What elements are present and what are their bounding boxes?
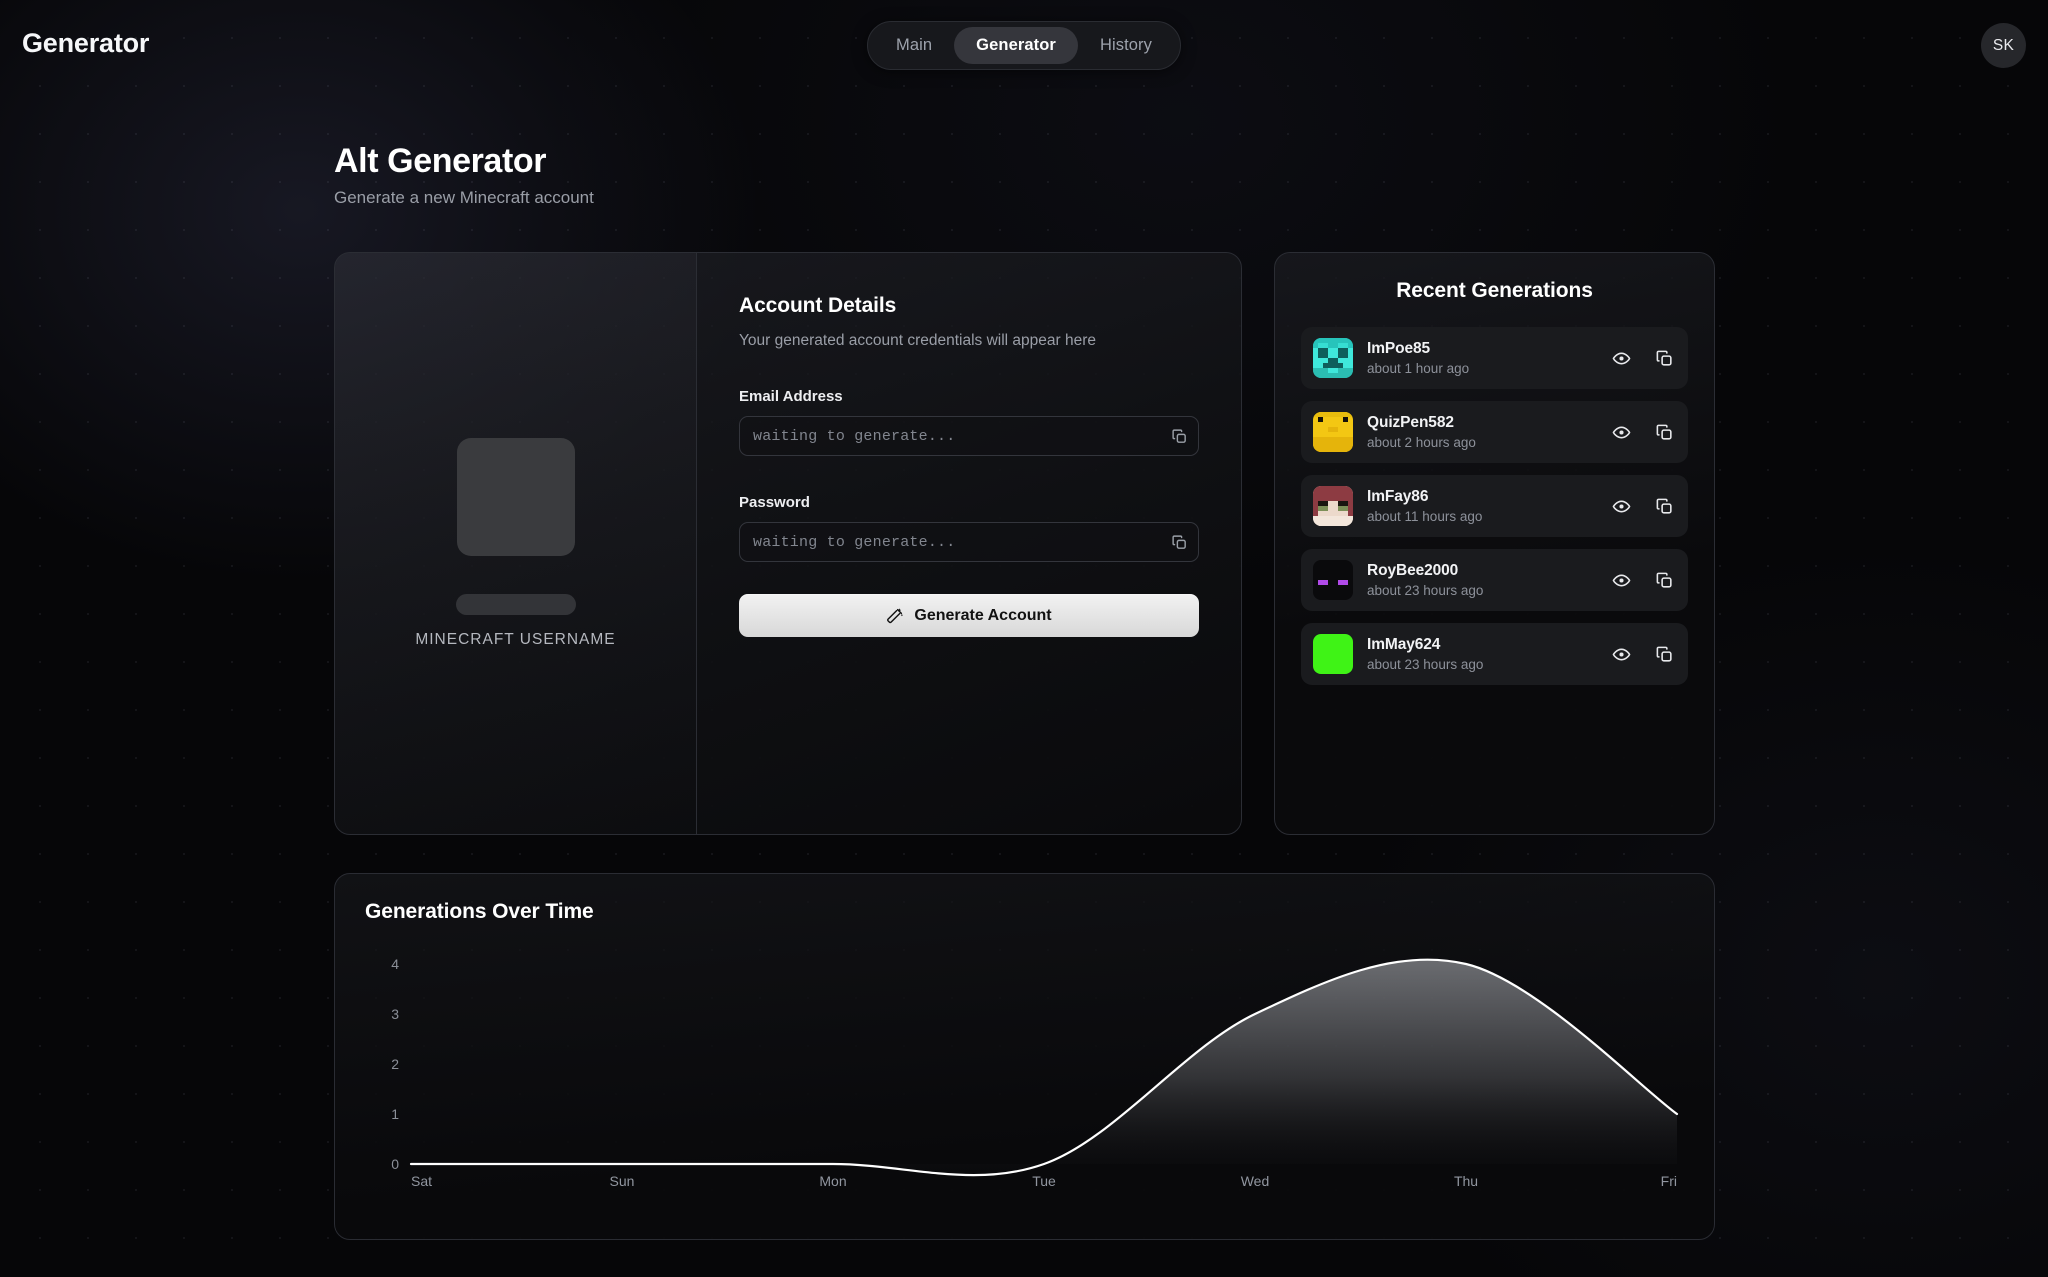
list-item-actions [1612,497,1674,516]
list-item-text: ImFay86 about 11 hours ago [1367,488,1612,524]
list-item-name: QuizPen582 [1367,414,1454,431]
brand-title: Generator [22,28,150,58]
account-details-title: Account Details [739,294,897,317]
x-axis-tick: Thu [1454,1173,1478,1189]
y-axis-tick: 0 [391,1156,399,1172]
chart-area-fill [411,959,1677,1176]
username-placeholder [455,594,576,615]
list-item-name: RoyBee2000 [1367,562,1459,579]
tab-main[interactable]: Main [874,27,954,64]
y-axis-tick: 3 [391,1006,399,1022]
account-details-subtitle: Your generated account credentials will … [739,332,1097,349]
recent-generations-card: Recent Generations ImPoe85 about 1 hour … [1274,252,1715,835]
list-item[interactable]: RoyBee2000 about 23 hours ago [1301,549,1688,611]
x-axis-tick: Tue [1032,1173,1056,1189]
generate-account-label: Generate Account [914,606,1052,624]
list-item-name: ImMay624 [1367,636,1441,653]
copy-icon[interactable] [1655,349,1674,368]
account-details-pane: Account Details Your generated account c… [697,253,1241,834]
skin-avatar-icon [1313,412,1353,452]
copy-icon[interactable] [1655,497,1674,516]
view-icon[interactable] [1612,497,1631,516]
list-item-time: about 2 hours ago [1367,435,1476,450]
generate-account-button[interactable]: Generate Account [739,594,1199,637]
x-axis-tick: Fri [1661,1173,1677,1189]
page-header: Alt Generator Generate a new Minecraft a… [334,142,594,208]
email-label: Email Address [739,388,843,405]
copy-icon[interactable] [1655,423,1674,442]
list-item-name: ImPoe85 [1367,340,1431,357]
list-item-name: ImFay86 [1367,488,1429,505]
chart-svg: 0 1 2 3 4 Sat Sun Mon Tue Wed Thu Fri [391,956,1679,1189]
email-value: waiting to generate... [753,427,956,445]
x-axis-tick: Sat [411,1173,432,1189]
list-item-actions [1612,645,1674,664]
skin-preview-pane: MINECRAFT USERNAME [335,253,697,834]
x-axis-tick: Mon [819,1173,846,1189]
page-title: Alt Generator [334,142,547,180]
list-item-time: about 23 hours ago [1367,657,1484,672]
email-field[interactable]: waiting to generate... [739,416,1199,456]
view-icon[interactable] [1612,645,1631,664]
generations-chart-card: Generations Over Time 0 1 2 3 4 Sat Sun Mon Tue W… [334,873,1715,1240]
list-item-actions [1612,423,1674,442]
copy-icon[interactable] [1655,645,1674,664]
password-value: waiting to generate... [753,533,956,551]
user-avatar[interactable]: SK [1981,23,2026,68]
list-item-actions [1612,571,1674,590]
skin-placeholder [456,438,575,556]
list-item-time: about 11 hours ago [1367,509,1483,524]
skin-avatar-icon [1313,338,1353,378]
page-subtitle: Generate a new Minecraft account [334,188,594,207]
nav-tabs: Main Generator History [867,21,1181,70]
list-item-time: about 1 hour ago [1367,361,1470,376]
password-label: Password [739,494,810,511]
x-axis-tick: Sun [610,1173,635,1189]
skin-avatar-icon [1313,486,1353,526]
app-root: Generator Main Generator History SK Alt … [0,0,2048,1277]
list-item-actions [1612,349,1674,368]
list-item[interactable]: ImMay624 about 23 hours ago [1301,623,1688,685]
list-item-text: ImMay624 about 23 hours ago [1367,636,1612,672]
top-bar: Generator Main Generator History SK [0,0,2048,92]
list-item-text: ImPoe85 about 1 hour ago [1367,340,1612,376]
chart-plot-area: 0 1 2 3 4 Sat Sun Mon Tue Wed Thu Fri [365,954,1685,1204]
password-field[interactable]: waiting to generate... [739,522,1199,562]
tab-generator[interactable]: Generator [954,27,1078,64]
skin-caption: MINECRAFT USERNAME [415,631,616,648]
recent-generations-list: ImPoe85 about 1 hour ago QuizPen582 abou… [1301,327,1688,685]
chart-title: Generations Over Time [365,900,594,923]
view-icon[interactable] [1612,571,1631,590]
y-axis-tick: 1 [391,1106,399,1122]
recent-generations-title: Recent Generations [1396,279,1593,302]
list-item[interactable]: QuizPen582 about 2 hours ago [1301,401,1688,463]
list-item[interactable]: ImPoe85 about 1 hour ago [1301,327,1688,389]
tab-history[interactable]: History [1078,27,1174,64]
skin-avatar-icon [1313,634,1353,674]
copy-email-icon[interactable] [1160,417,1198,455]
view-icon[interactable] [1612,349,1631,368]
view-icon[interactable] [1612,423,1631,442]
copy-password-icon[interactable] [1160,523,1198,561]
generator-card: MINECRAFT USERNAME Account Details Your … [334,252,1242,835]
copy-icon[interactable] [1655,571,1674,590]
x-axis-tick: Wed [1241,1173,1270,1189]
y-axis-tick: 4 [391,956,399,972]
list-item-text: RoyBee2000 about 23 hours ago [1367,562,1612,598]
list-item-text: QuizPen582 about 2 hours ago [1367,414,1612,450]
y-axis-tick: 2 [391,1056,399,1072]
skin-avatar-icon [1313,560,1353,600]
list-item-time: about 23 hours ago [1367,583,1484,598]
magic-wand-icon [886,607,904,625]
list-item[interactable]: ImFay86 about 11 hours ago [1301,475,1688,537]
